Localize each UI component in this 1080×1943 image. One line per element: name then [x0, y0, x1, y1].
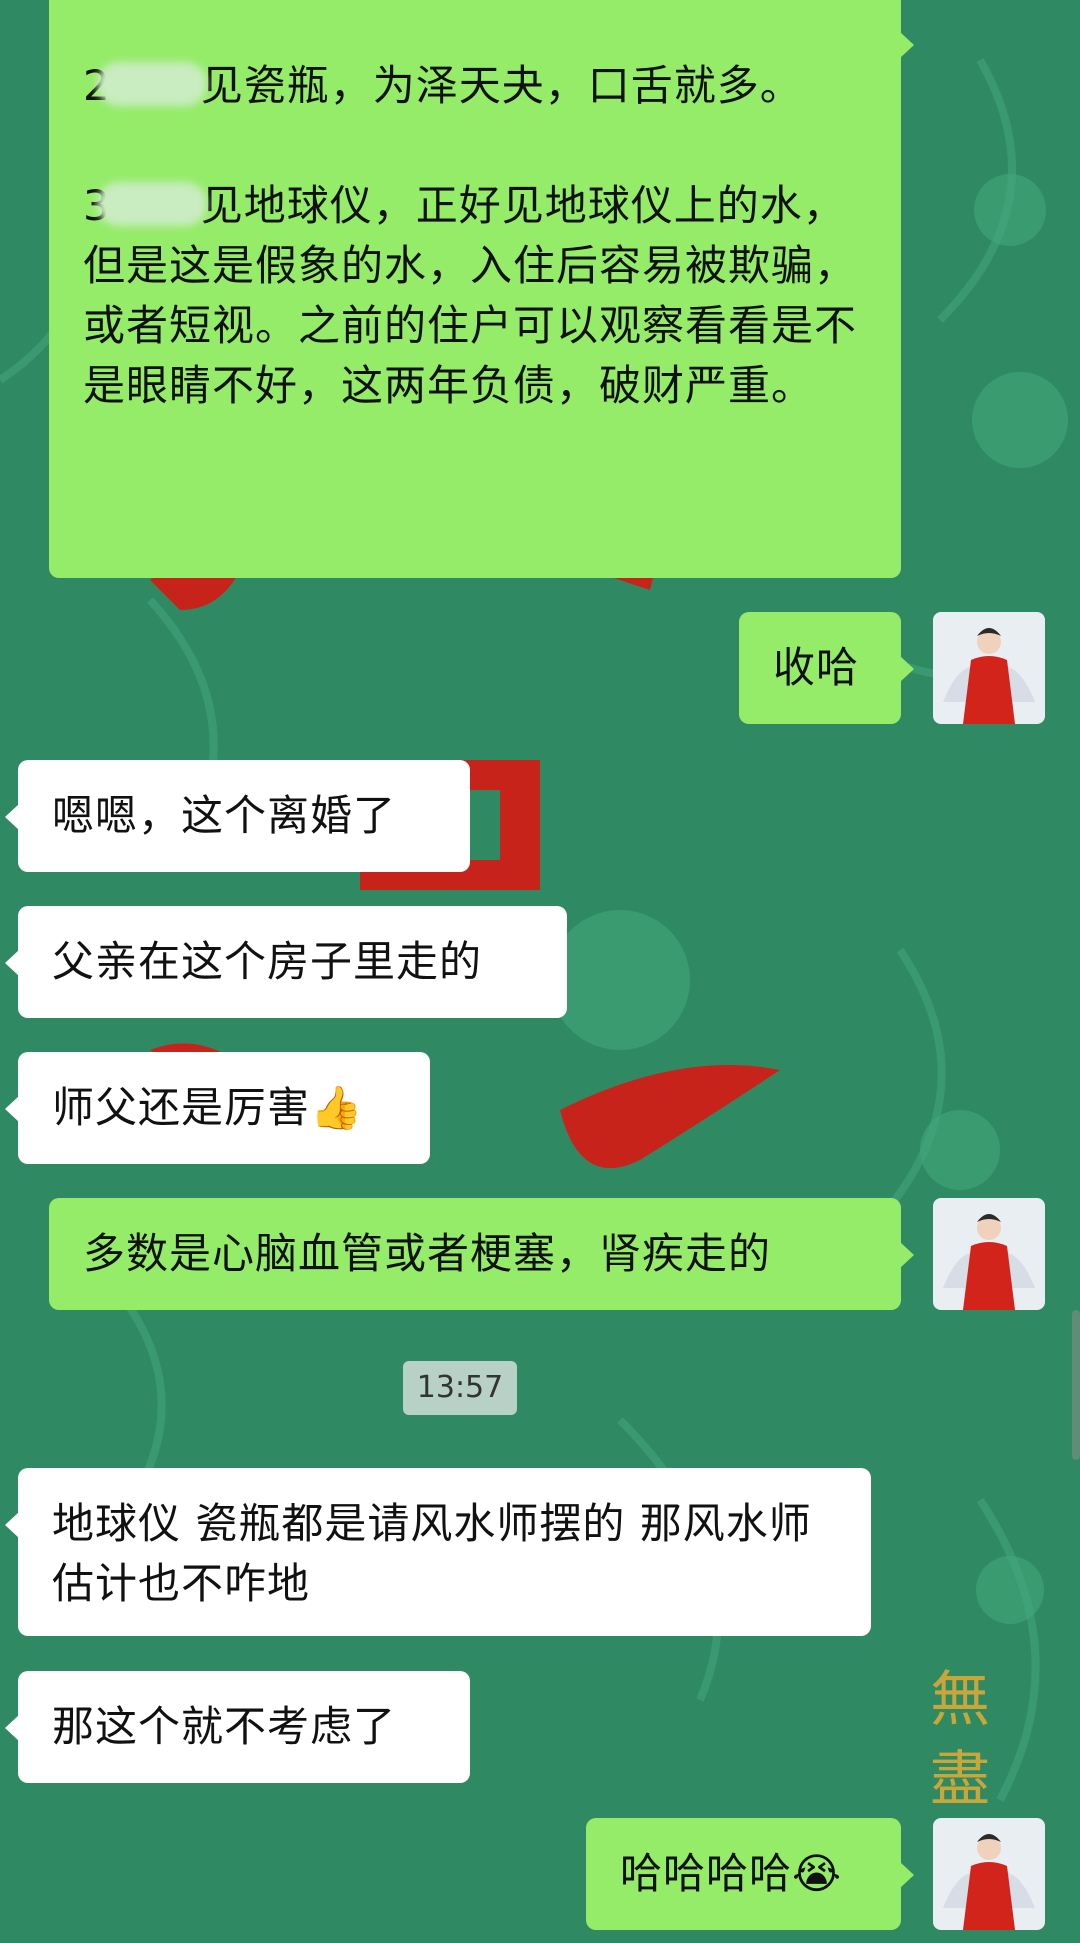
message-bubble-incoming[interactable]: 父亲在这个房子里走的 — [5, 906, 567, 1018]
svg-text:無: 無 — [930, 1665, 990, 1735]
message-bubble-outgoing[interactable]: 2见瓷瓶，为泽天夬，口舌就多。 3见地球仪，正好见地球仪上的水，但是这是假象的水… — [49, 0, 914, 578]
svg-text:盡: 盡 — [930, 1745, 990, 1815]
message-text: 嗯嗯，这个离婚了 — [52, 791, 397, 840]
avatar-red-robe-woman-icon — [933, 612, 1045, 724]
message-text: 地球仪 瓷瓶都是请风水师摆的 那风水师估计也不咋地 — [52, 1499, 812, 1608]
message-bubble-incoming[interactable]: 师父还是厉害👍 — [5, 1052, 430, 1164]
message-bubble-outgoing[interactable]: 哈哈哈哈😭 — [586, 1818, 914, 1930]
message-text: 师父还是厉害 — [52, 1083, 311, 1132]
message-text: 哈哈哈哈 — [620, 1849, 793, 1898]
message-text: 那这个就不考虑了 — [52, 1702, 397, 1751]
message-text: 收哈 — [773, 643, 860, 692]
avatar[interactable] — [933, 1818, 1045, 1930]
message-text: 多数是心脑血管或者梗塞，肾疾走的 — [83, 1229, 772, 1278]
scrollbar[interactable] — [1072, 1310, 1080, 1460]
redacted-blur — [96, 62, 207, 106]
message-bubble-incoming[interactable]: 那这个就不考虑了 — [5, 1671, 470, 1783]
message-text: 父亲在这个房子里走的 — [52, 937, 483, 986]
message-bubble-incoming[interactable]: 嗯嗯，这个离婚了 — [5, 760, 470, 872]
timestamp: 13:57 — [403, 1361, 517, 1415]
avatar-red-robe-woman-icon — [933, 1818, 1045, 1930]
message-bubble-outgoing[interactable]: 收哈 — [739, 612, 914, 724]
message-paragraph: 2见瓷瓶，为泽天夬，口舌就多。 — [83, 56, 867, 116]
redacted-blur — [96, 182, 207, 226]
avatar[interactable] — [933, 612, 1045, 724]
message-paragraph: 3见地球仪，正好见地球仪上的水，但是这是假象的水，入住后容易被欺骗，或者短视。之… — [83, 181, 858, 410]
message-bubble-incoming[interactable]: 地球仪 瓷瓶都是请风水师摆的 那风水师估计也不咋地 — [5, 1468, 871, 1636]
thumbs-up-icon: 👍 — [310, 1083, 364, 1132]
avatar-red-robe-woman-icon — [933, 1198, 1045, 1310]
message-bubble-outgoing[interactable]: 多数是心脑血管或者梗塞，肾疾走的 — [49, 1198, 914, 1310]
crying-face-icon: 😭 — [792, 1849, 843, 1898]
avatar[interactable] — [933, 1198, 1045, 1310]
